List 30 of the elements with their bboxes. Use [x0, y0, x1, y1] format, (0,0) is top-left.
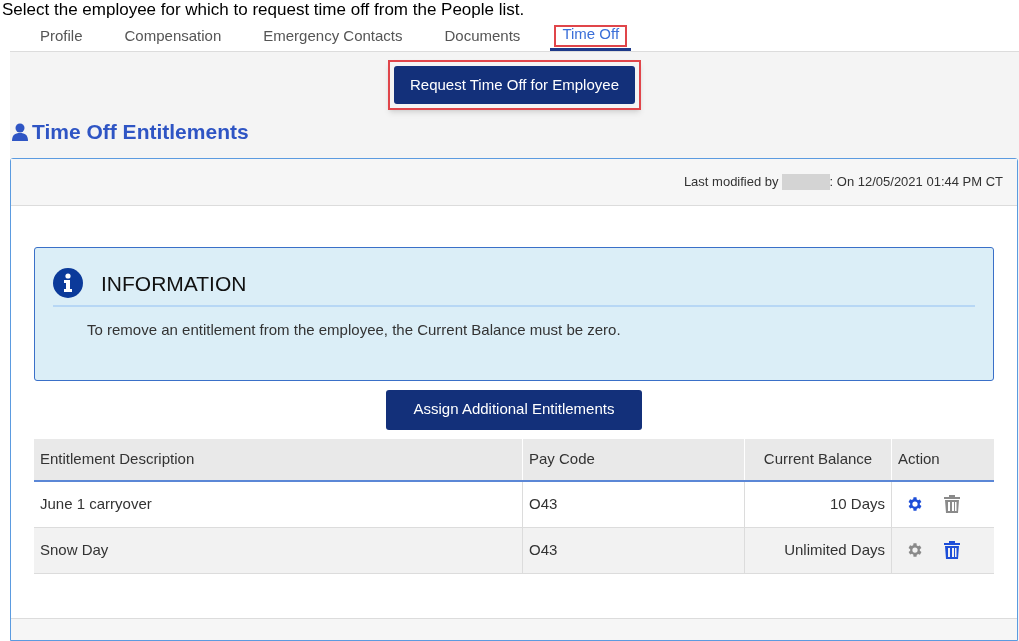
- column-header: Current Balance: [745, 438, 892, 480]
- tab[interactable]: Time Off: [550, 21, 632, 51]
- trash-icon[interactable]: [944, 541, 960, 559]
- table-cell: Unlimited Days: [745, 527, 892, 573]
- tab[interactable]: Profile: [28, 21, 95, 51]
- assign-entitlements-button[interactable]: Assign Additional Entitlements: [385, 389, 643, 430]
- information-text: To remove an entitlement from the employee, the Current Balance must be zero.: [86, 320, 622, 340]
- table-cell: Snow Day: [34, 527, 523, 573]
- information-title: INFORMATION: [101, 270, 247, 297]
- user-icon: [12, 122, 28, 141]
- table-cell: O43: [523, 527, 745, 573]
- table-cell: June 1 carryover: [34, 481, 523, 527]
- request-time-off-button[interactable]: Request Time Off for Employee: [394, 66, 635, 104]
- tab[interactable]: Emergency Contacts: [251, 21, 415, 51]
- table-cell: 10 Days: [745, 481, 892, 527]
- table-cell: O43: [523, 481, 745, 527]
- instruction-text: Select the employee for which to request time off from the People list.: [1, 0, 526, 20]
- section-title: Time Off Entitlements: [32, 119, 249, 145]
- modified-date: : On 12/05/2021 01:44 PM CT: [829, 172, 1003, 191]
- tab[interactable]: Documents: [432, 21, 533, 51]
- redacted-name: [781, 173, 830, 190]
- column-header: Action: [892, 438, 995, 480]
- info-icon: [53, 268, 83, 299]
- gear-icon[interactable]: [906, 495, 924, 513]
- column-header: Entitlement Description: [34, 438, 523, 480]
- tab[interactable]: Compensation: [112, 21, 234, 51]
- modified-label: Last modified by: [683, 172, 779, 191]
- column-header: Pay Code: [523, 438, 745, 480]
- trash-icon[interactable]: [944, 495, 960, 513]
- gear-icon[interactable]: [906, 541, 924, 559]
